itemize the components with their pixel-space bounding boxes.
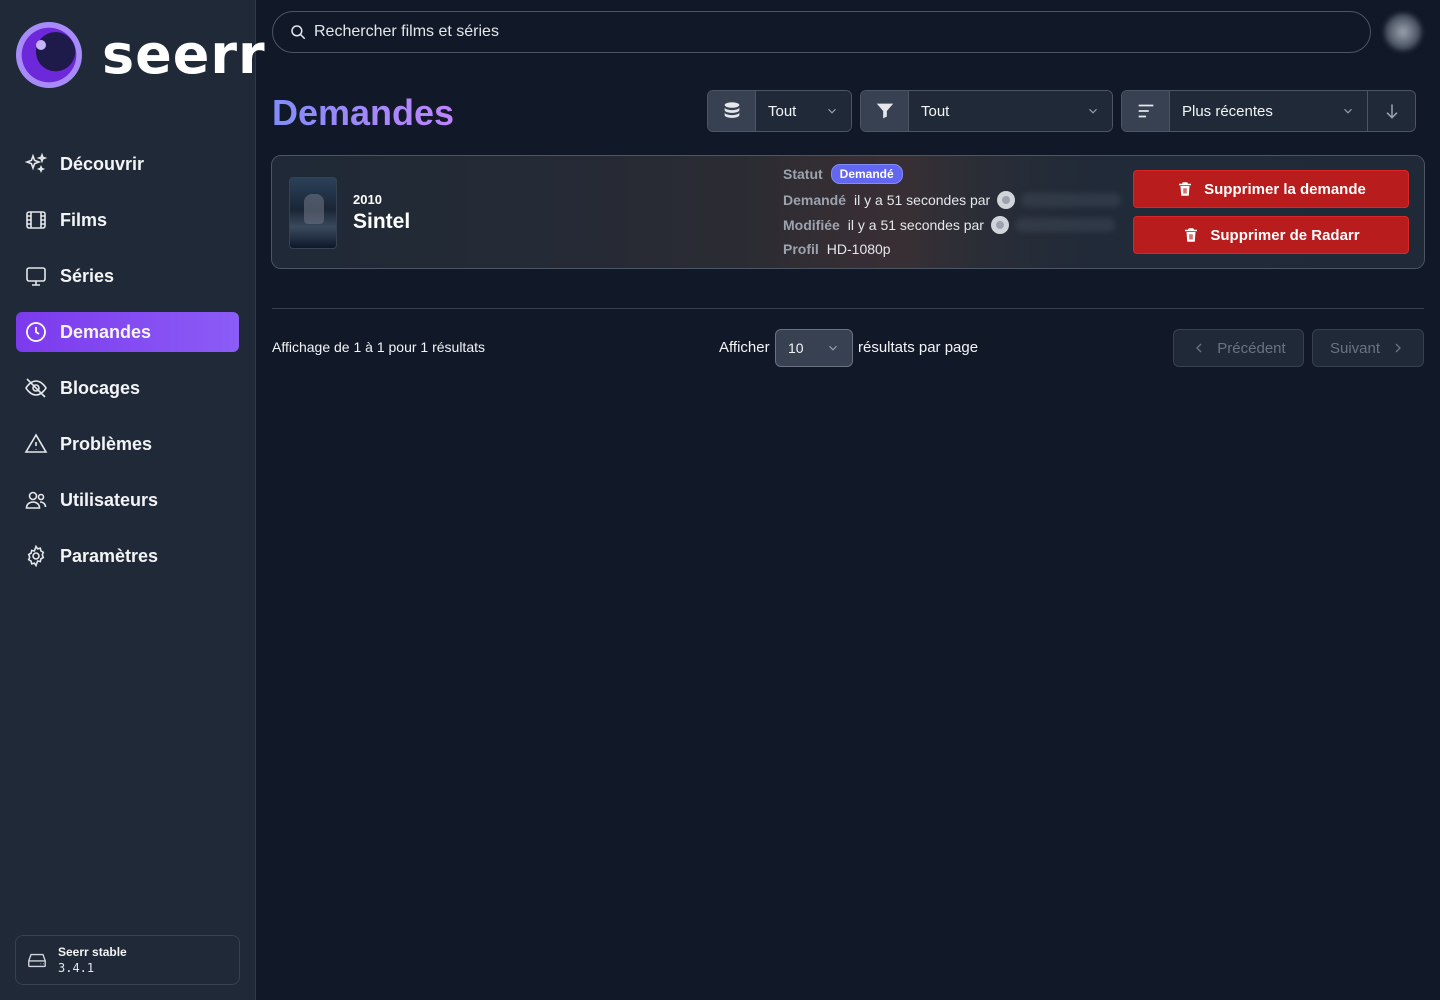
sort-direction-button[interactable] (1367, 91, 1415, 131)
request-status-row: Statut Demandé (783, 164, 903, 184)
version-number: 3.4.1 (58, 961, 95, 975)
clock-icon (26, 322, 46, 342)
sidebar-item-label: Séries (60, 265, 115, 286)
per-page-value: 10 (788, 340, 804, 356)
modified-label: Modifiée (783, 217, 840, 233)
per-page-select[interactable]: 10 (775, 329, 853, 367)
movie-title[interactable]: Sintel (353, 210, 410, 234)
eye-off-icon (25, 378, 47, 398)
film-icon (26, 211, 46, 229)
divider (272, 308, 1424, 309)
search-input[interactable] (314, 23, 1214, 41)
chevron-down-icon (828, 108, 836, 114)
app-name: seerr (102, 23, 266, 86)
sort-select[interactable]: Plus récentes (1121, 90, 1416, 132)
sidebar-item-label: Problèmes (60, 433, 153, 454)
sidebar-item-label: Blocages (60, 377, 141, 398)
requester-avatar[interactable] (997, 191, 1016, 209)
requested-text: il y a 51 secondes par (854, 192, 991, 208)
warning-icon (24, 433, 48, 453)
sidebar-item-utilisateurs[interactable]: Utilisateurs (16, 480, 239, 520)
per-page-label: Afficher (719, 339, 770, 356)
sidebar-item-demandes[interactable]: Demandes (16, 312, 239, 352)
requester-name-blurred (1021, 193, 1122, 207)
search-bar[interactable] (272, 11, 1371, 53)
pagination-info: Affichage de 1 à 1 pour 1 résultats (272, 339, 485, 355)
trash-icon (1179, 182, 1192, 196)
delete-from-radarr-button[interactable]: Supprimer de Radarr (1133, 216, 1409, 254)
per-page-suffix: résultats par page (858, 339, 979, 356)
chevron-down-icon (829, 345, 837, 351)
sidebar-item-decouvrir[interactable]: Découvrir (16, 144, 239, 184)
previous-label: Précédent (1217, 339, 1286, 357)
version-box[interactable]: Seerr stable 3.4.1 (15, 935, 240, 985)
request-profile-row: Profil HD-1080p (783, 241, 891, 257)
sparkles-icon (24, 152, 48, 174)
delete-request-button[interactable]: Supprimer la demande (1133, 170, 1409, 208)
version-name: Seerr stable (58, 945, 127, 959)
sidebar-item-label: Films (60, 209, 108, 230)
trash-icon (1185, 228, 1198, 242)
sidebar-item-parametres[interactable]: Paramètres (16, 536, 239, 576)
page-title: Demandes (272, 92, 455, 133)
server-icon (28, 953, 46, 968)
sidebar-item-films[interactable]: Films (16, 200, 239, 240)
modifier-name-blurred (1014, 218, 1115, 232)
modifier-avatar[interactable] (990, 216, 1009, 234)
sidebar-item-series[interactable]: Séries (16, 256, 239, 296)
chevron-down-icon (1344, 108, 1352, 114)
sidebar-item-label: Demandes (60, 321, 152, 342)
sidebar-item-blocages[interactable]: Blocages (16, 368, 239, 408)
profile-value: HD-1080p (826, 241, 891, 257)
media-type-value: Tout (768, 102, 797, 120)
sidebar-item-label: Utilisateurs (60, 489, 159, 510)
sort-value: Plus récentes (1182, 102, 1273, 120)
profile-label: Profil (783, 241, 819, 257)
movie-year: 2010 (353, 192, 382, 207)
previous-page-button[interactable]: Précédent (1173, 329, 1304, 367)
tv-icon (26, 267, 46, 286)
sidebar-item-label: Découvrir (60, 153, 145, 174)
delete-request-label: Supprimer la demande (1204, 180, 1366, 198)
request-card: 2010 Sintel Statut Demandé Demandé il y … (271, 155, 1425, 269)
modified-text: il y a 51 secondes par (847, 217, 984, 233)
cog-icon (27, 544, 45, 568)
logo-icon (16, 22, 82, 88)
next-label: Suivant (1329, 339, 1381, 357)
sidebar-item-problemes[interactable]: Problèmes (16, 424, 239, 464)
app-logo[interactable]: seerr (16, 22, 266, 88)
media-type-select[interactable]: Tout (707, 90, 852, 132)
filter-icon (876, 103, 893, 119)
sidebar: seerr Découvrir Films Séries Demandes Bl… (0, 0, 265, 1000)
status-filter-value: Tout (921, 102, 950, 120)
status-filter-icon-box (861, 91, 909, 131)
sort-icon-box (1122, 91, 1170, 131)
delete-from-radarr-label: Supprimer de Radarr (1210, 226, 1360, 244)
sidebar-nav: Découvrir Films Séries Demandes Blocages… (16, 144, 239, 592)
status-badge: Demandé (830, 164, 903, 184)
arrow-down-icon (1385, 104, 1398, 119)
users-icon (25, 491, 47, 509)
status-label: Statut (783, 166, 823, 182)
next-page-button[interactable]: Suivant (1312, 329, 1424, 367)
movie-poster[interactable] (289, 177, 337, 249)
media-type-icon-box (708, 91, 756, 131)
search-icon (291, 25, 306, 40)
chevron-down-icon (1089, 108, 1097, 114)
chevron-right-icon (1395, 343, 1401, 353)
chevron-left-icon (1196, 343, 1202, 353)
sort-lines-icon (1138, 104, 1153, 118)
database-icon (724, 102, 739, 118)
sidebar-item-label: Paramètres (60, 545, 159, 566)
status-filter-select[interactable]: Tout (860, 90, 1113, 132)
requested-label: Demandé (783, 192, 847, 208)
request-requested-row: Demandé il y a 51 secondes par (783, 191, 1122, 209)
request-modified-row: Modifiée il y a 51 secondes par (783, 216, 1115, 234)
user-avatar[interactable] (1383, 12, 1423, 52)
